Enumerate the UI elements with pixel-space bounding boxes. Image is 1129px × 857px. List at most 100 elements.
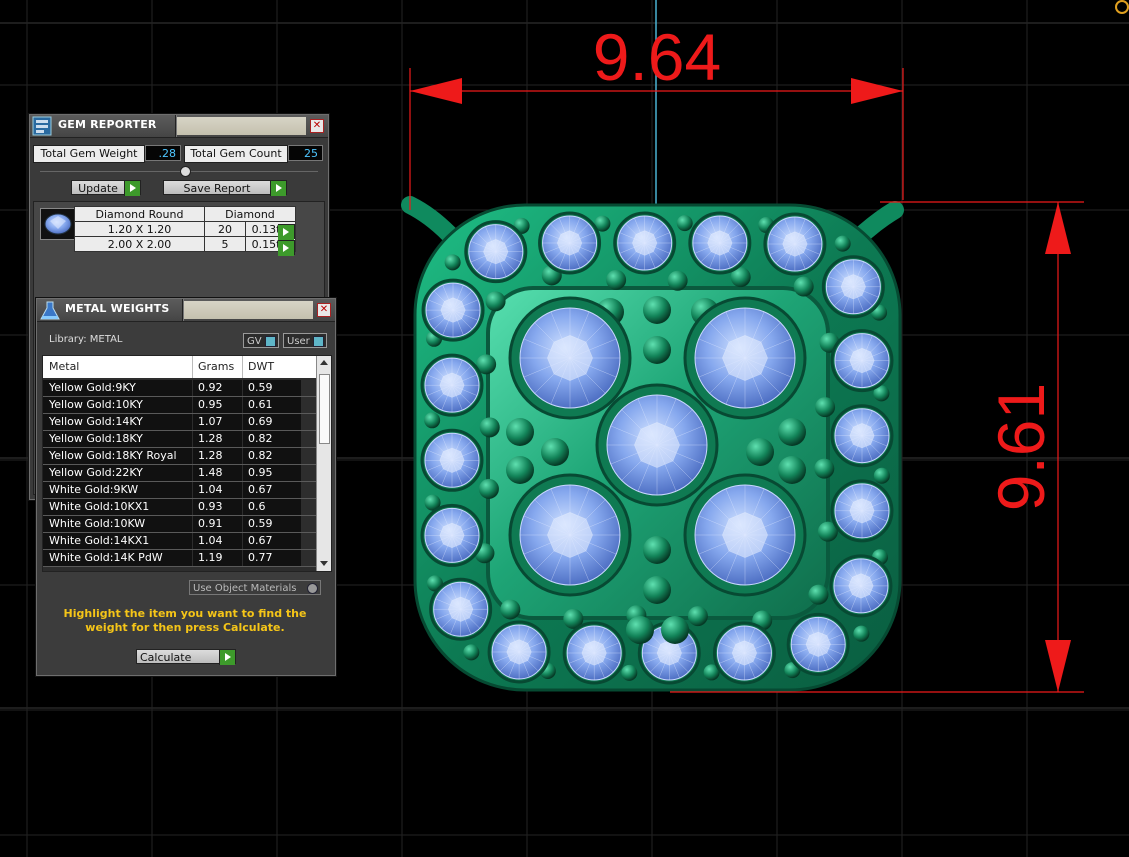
metal-dwt: 0.6: [243, 499, 301, 515]
gem-table-header-shape: Diamond Round: [74, 206, 205, 222]
table-row[interactable]: Yellow Gold:18KY 1.28 0.82: [43, 431, 316, 448]
metal-dwt: 0.77: [243, 550, 301, 566]
metal-weights-titlebar[interactable]: METAL WEIGHTS ✕: [37, 299, 335, 322]
scroll-thumb[interactable]: [319, 374, 330, 444]
table-row[interactable]: White Gold:9KW 1.04 0.67: [43, 482, 316, 499]
metal-grams: 1.19: [193, 550, 242, 566]
flask-icon: [39, 300, 60, 320]
metal-name: Yellow Gold:18KY: [43, 431, 192, 447]
metal-weights-panel: METAL WEIGHTS ✕ Library: METAL GV User M…: [36, 298, 336, 676]
metal-dwt: 0.59: [243, 380, 301, 396]
splitter-handle[interactable]: [40, 166, 318, 177]
gem-table-row[interactable]: 1.20 X 1.20 20 0.13tw: [74, 221, 296, 237]
total-gem-weight-label: Total Gem Weight: [33, 145, 145, 163]
metal-bead: [643, 576, 671, 604]
metal-dwt: 0.61: [243, 397, 301, 413]
total-gem-weight-value: .28: [145, 145, 181, 161]
metal-grams: 0.95: [193, 397, 242, 413]
scroll-down-icon[interactable]: [320, 561, 328, 566]
close-icon[interactable]: ✕: [310, 119, 324, 133]
gem-table-header-material: Diamond: [203, 206, 297, 222]
metal-grams: 1.04: [193, 482, 242, 498]
metal-name: White Gold:10KW: [43, 516, 192, 532]
metal-grams: 0.91: [193, 516, 242, 532]
metal-name: Yellow Gold:18KY Royal: [43, 448, 192, 464]
table-row[interactable]: Yellow Gold:22KY 1.48 0.95: [43, 465, 316, 482]
dimension-height-label: 9.61: [984, 383, 1058, 511]
user-toggle-label: User: [287, 336, 310, 347]
metal-bead: [606, 269, 627, 290]
gem-table: Diamond Round Diamond 1.20 X 1.20 20 0.1…: [74, 206, 297, 252]
column-header-grams[interactable]: Grams: [193, 356, 243, 378]
metal-name: Yellow Gold:14KY: [43, 414, 192, 430]
scroll-up-icon[interactable]: [320, 360, 328, 365]
column-header-dwt[interactable]: DWT: [243, 356, 316, 378]
table-row[interactable]: White Gold:10KW 0.91 0.59: [43, 516, 316, 533]
gv-toggle-label: GV: [247, 336, 262, 347]
metal-bead: [778, 418, 806, 446]
metal-bead: [643, 336, 671, 364]
gem-row-select-button[interactable]: [278, 240, 295, 256]
gem-size: 2.00 X 2.00: [74, 236, 205, 252]
gem-row-select-button[interactable]: [278, 224, 295, 240]
diamond-round-icon[interactable]: [40, 208, 76, 240]
metal-bead: [621, 664, 638, 681]
calculate-button-label: Calculate: [140, 651, 192, 664]
close-icon[interactable]: ✕: [317, 303, 331, 317]
column-header-metal[interactable]: Metal: [43, 356, 193, 378]
gem-table-row[interactable]: 2.00 X 2.00 5 0.15tw: [74, 236, 296, 252]
metal-bead: [873, 467, 890, 484]
metal-bead: [479, 417, 500, 438]
gem-reporter-title: GEM REPORTER: [58, 118, 157, 131]
metal-grams: 1.28: [193, 431, 242, 447]
metal-bead: [808, 584, 829, 605]
metal-bead: [424, 412, 441, 429]
table-scrollbar[interactable]: [316, 356, 331, 571]
table-row[interactable]: Yellow Gold:14KY 1.07 0.69: [43, 414, 316, 431]
gizmo-icon[interactable]: [1115, 0, 1129, 14]
metal-bead: [661, 616, 689, 644]
metal-bead: [676, 215, 693, 232]
metal-name: White Gold:14K PdW: [43, 550, 192, 566]
play-arrow-icon: [278, 225, 294, 240]
table-row[interactable]: Yellow Gold:10KY 0.95 0.61: [43, 397, 316, 414]
metal-bead: [834, 235, 851, 252]
gem-size: 1.20 X 1.20: [74, 221, 205, 237]
metal-grams: 1.04: [193, 533, 242, 549]
metal-dwt: 0.69: [243, 414, 301, 430]
metal-bead: [643, 536, 671, 564]
calculate-button[interactable]: Calculate: [136, 649, 236, 665]
gv-toggle[interactable]: GV: [243, 333, 279, 348]
metal-grams: 1.48: [193, 465, 242, 481]
play-arrow-icon: [278, 241, 294, 256]
metal-bead: [793, 276, 814, 297]
metal-dwt: 0.95: [243, 465, 301, 481]
update-button[interactable]: Update: [71, 180, 141, 196]
metal-grams: 1.28: [193, 448, 242, 464]
metal-dwt: 0.82: [243, 431, 301, 447]
use-object-materials-toggle[interactable]: Use Object Materials: [189, 580, 321, 595]
metal-name: White Gold:10KX1: [43, 499, 192, 515]
metal-bead: [626, 616, 654, 644]
user-toggle[interactable]: User: [283, 333, 327, 348]
metal-bead: [687, 606, 708, 627]
metal-bead: [643, 296, 671, 324]
table-row[interactable]: White Gold:10KX1 0.93 0.6: [43, 499, 316, 516]
table-row[interactable]: White Gold:14K PdW 1.19 0.77: [43, 550, 316, 567]
metal-name: Yellow Gold:22KY: [43, 465, 192, 481]
table-row[interactable]: Yellow Gold:9KY 0.92 0.59: [43, 380, 316, 397]
metal-bead: [667, 270, 688, 291]
metal-weights-title: METAL WEIGHTS: [65, 302, 170, 315]
gem-count: 5: [203, 236, 247, 252]
gem-reporter-titlebar[interactable]: GEM REPORTER ✕: [30, 115, 328, 138]
save-report-button[interactable]: Save Report: [163, 180, 287, 196]
use-object-materials-label: Use Object Materials: [193, 583, 297, 594]
metal-dwt: 0.59: [243, 516, 301, 532]
metal-dwt: 0.67: [243, 533, 301, 549]
table-row[interactable]: Yellow Gold:18KY Royal 1.28 0.82: [43, 448, 316, 465]
table-row[interactable]: White Gold:14KX1 1.04 0.67: [43, 533, 316, 550]
dimension-width-label: 9.64: [593, 20, 721, 94]
metal-grams: 1.07: [193, 414, 242, 430]
calculate-hint: Highlight the item you want to find the …: [63, 607, 307, 634]
pendant-model[interactable]: [401, 196, 904, 692]
